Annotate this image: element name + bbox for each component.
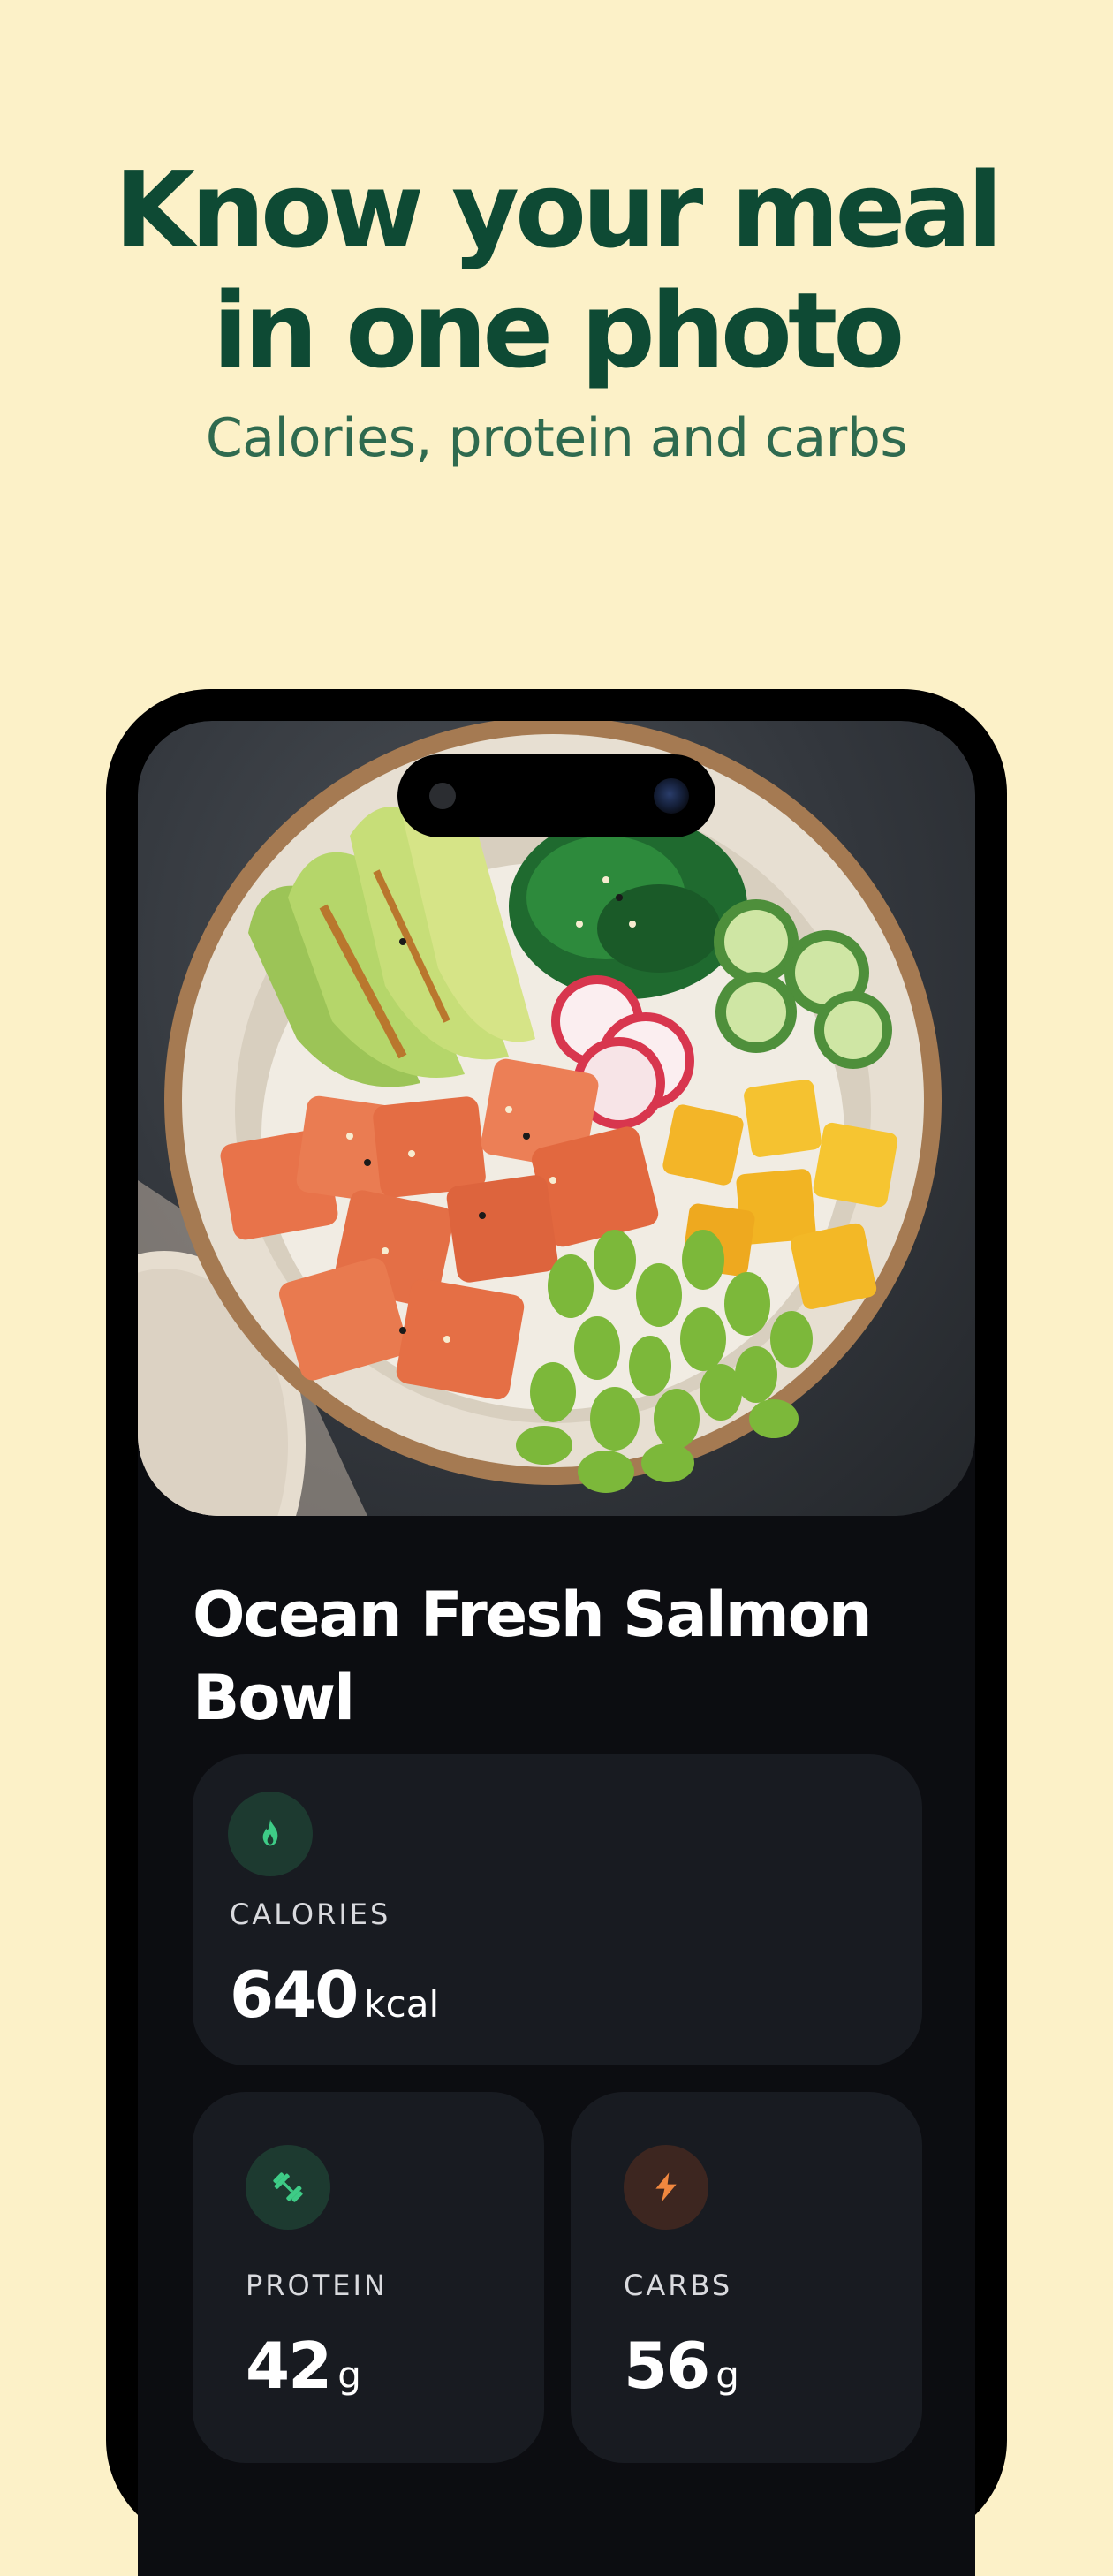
- meal-name: Ocean Fresh Salmon Bowl: [193, 1579, 873, 1734]
- protein-number: 42: [246, 2329, 332, 2403]
- front-camera-icon: [654, 778, 689, 814]
- hero-title-line-2: in one photo: [212, 269, 905, 391]
- protein-value: 42 g: [246, 2329, 361, 2403]
- carbs-value: 56 g: [624, 2329, 739, 2403]
- calories-number: 640: [230, 1958, 359, 2032]
- carbs-number: 56: [624, 2329, 710, 2403]
- protein-label: PROTEIN: [246, 2269, 388, 2302]
- phone-mockup: Ocean Fresh Salmon Bowl CALORIES 640 kcal: [106, 689, 1007, 2576]
- dynamic-island: [398, 754, 716, 837]
- calories-icon-badge: [228, 1792, 313, 1876]
- hero-subtitle: Calories, protein and carbs: [205, 407, 908, 469]
- carbs-icon-badge: [624, 2145, 708, 2230]
- phone-screen: Ocean Fresh Salmon Bowl CALORIES 640 kcal: [138, 721, 975, 2576]
- lightning-bolt-icon: [655, 2172, 677, 2202]
- calories-label: CALORIES: [230, 1898, 391, 1931]
- hero-title: Know your meal in one photo: [0, 150, 1113, 390]
- dumbbell-icon: [273, 2172, 303, 2202]
- hero-title-line-1: Know your meal: [114, 149, 1003, 271]
- carbs-card: CARBS 56 g: [571, 2092, 922, 2463]
- protein-icon-badge: [246, 2145, 330, 2230]
- carbs-unit: g: [716, 2353, 739, 2397]
- protein-unit: g: [337, 2353, 361, 2397]
- calories-value: 640 kcal: [230, 1958, 439, 2032]
- carbs-label: CARBS: [624, 2269, 733, 2302]
- sensor-icon: [429, 783, 456, 809]
- protein-card: PROTEIN 42 g: [193, 2092, 544, 2463]
- flame-icon: [262, 1819, 278, 1846]
- calories-card: CALORIES 640 kcal: [193, 1754, 922, 2065]
- meal-photo: [138, 721, 975, 1516]
- calories-unit: kcal: [364, 1982, 440, 2026]
